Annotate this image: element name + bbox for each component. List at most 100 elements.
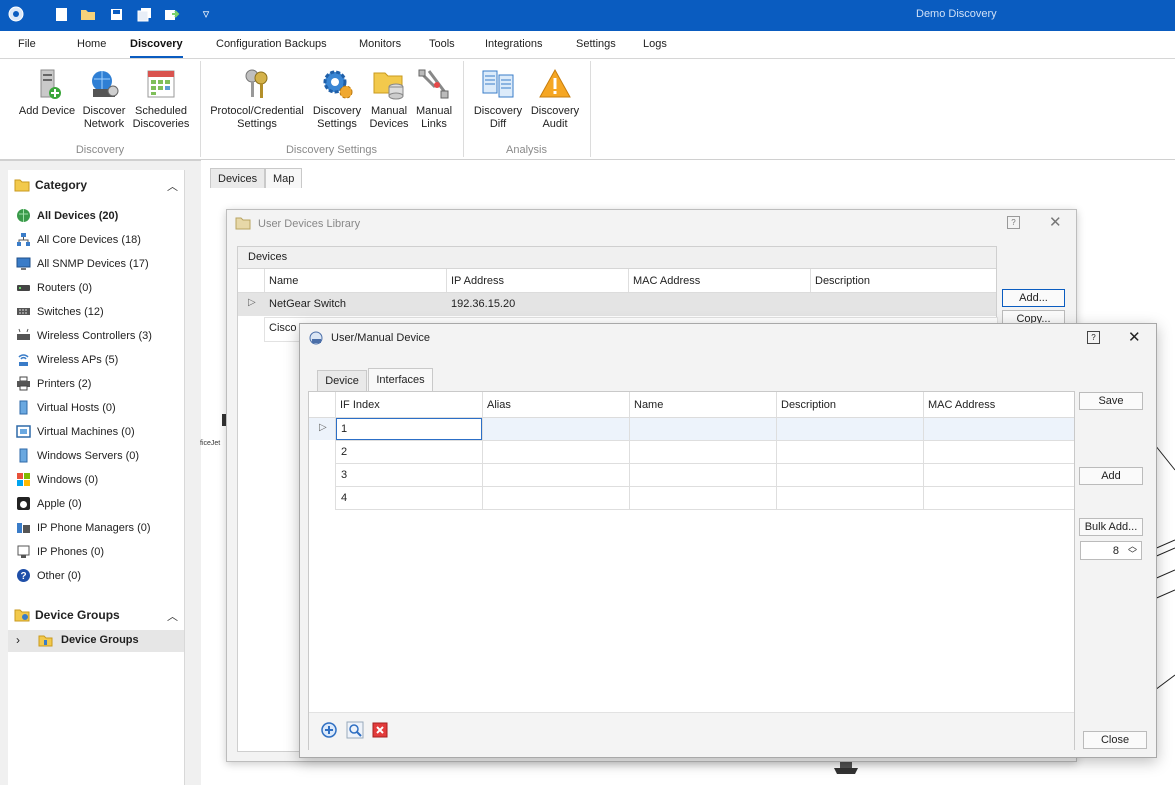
table-row[interactable]: 4 xyxy=(335,487,1074,509)
sidebar-item-apple[interactable]: Apple (0) xyxy=(16,496,82,511)
export-icon[interactable] xyxy=(163,5,181,23)
help-icon[interactable]: ? xyxy=(1007,216,1020,229)
new-file-icon[interactable] xyxy=(52,5,70,23)
sidebar-item-windows-servers[interactable]: Windows Servers (0) xyxy=(16,448,139,463)
server-add-icon xyxy=(30,67,64,101)
menu-home[interactable]: Home xyxy=(77,38,106,50)
quick-access-dropdown-icon[interactable]: ▿ xyxy=(197,5,215,23)
sidebar-item-all-snmp-devices[interactable]: All SNMP Devices (17) xyxy=(16,256,149,271)
dialog-title: User/Manual Device xyxy=(331,332,431,344)
discovery-diff-button[interactable]: Discovery Diff xyxy=(470,67,526,131)
add-button[interactable]: Add xyxy=(1079,467,1143,485)
close-icon[interactable]: ✕ xyxy=(1049,213,1062,231)
menu-configuration-backups[interactable]: Configuration Backups xyxy=(216,38,327,50)
sidebar-item-switches[interactable]: Switches (12) xyxy=(16,304,104,319)
scheduled-discoveries-button[interactable]: Scheduled Discoveries xyxy=(131,67,191,131)
warning-icon xyxy=(538,67,572,101)
help-icon[interactable]: ? xyxy=(1087,331,1100,344)
sidebar-item-ip-phone-managers[interactable]: IP Phone Managers (0) xyxy=(16,520,151,535)
folder-database-icon xyxy=(372,67,406,101)
tab-devices[interactable]: Devices xyxy=(210,168,266,188)
sidebar-item-other[interactable]: ? Other (0) xyxy=(16,568,81,583)
globe-icon xyxy=(16,208,31,223)
wireless-ap-icon xyxy=(16,352,31,367)
close-icon[interactable]: ✕ xyxy=(1128,328,1141,346)
menu-discovery[interactable]: Discovery xyxy=(130,38,183,59)
column-ip-address[interactable]: IP Address xyxy=(451,275,504,287)
discovery-audit-button[interactable]: Discovery Audit xyxy=(528,67,582,131)
map-device-icon[interactable] xyxy=(832,760,860,776)
category-header[interactable]: Category xyxy=(14,178,87,192)
delete-row-icon[interactable] xyxy=(371,721,389,742)
sidebar-item-windows[interactable]: Windows (0) xyxy=(16,472,98,487)
virtual-machine-icon xyxy=(16,424,31,439)
menu-integrations[interactable]: Integrations xyxy=(485,38,542,50)
table-row[interactable]: 2 xyxy=(335,441,1074,463)
menu-monitors[interactable]: Monitors xyxy=(359,38,401,50)
column-alias[interactable]: Alias xyxy=(487,399,511,411)
discover-network-button[interactable]: Discover Network xyxy=(78,67,130,131)
sidebar-item-virtual-hosts[interactable]: Virtual Hosts (0) xyxy=(16,400,116,415)
bulk-count-stepper[interactable]: 8 ︿ ﹀ xyxy=(1080,541,1142,560)
router-icon xyxy=(16,280,31,295)
save-button[interactable]: Save xyxy=(1079,392,1143,410)
open-folder-icon[interactable] xyxy=(79,5,97,23)
manual-devices-button[interactable]: Manual Devices xyxy=(366,67,412,131)
expand-chevron-icon[interactable]: › xyxy=(16,633,20,647)
save-all-icon[interactable] xyxy=(135,5,153,23)
add-device-button[interactable]: Add Device xyxy=(17,67,77,118)
close-button[interactable]: Close xyxy=(1083,731,1147,749)
sidebar-item-ip-phones[interactable]: IP Phones (0) xyxy=(16,544,104,559)
column-mac-address[interactable]: MAC Address xyxy=(633,275,700,287)
ribbon-separator xyxy=(200,61,201,157)
ribbon-group-discovery-settings: Discovery Settings xyxy=(285,144,378,156)
library-add-button[interactable]: Add... xyxy=(1002,289,1065,307)
sidebar-item-wireless-controllers[interactable]: Wireless Controllers (3) xyxy=(16,328,152,343)
menu-tools[interactable]: Tools xyxy=(429,38,455,50)
column-description[interactable]: Description xyxy=(815,275,870,287)
printer-icon xyxy=(16,376,31,391)
sidebar-item-all-devices[interactable]: All Devices (20) xyxy=(16,208,118,223)
bulk-add-button[interactable]: Bulk Add... xyxy=(1079,518,1143,536)
save-icon[interactable] xyxy=(107,5,125,23)
window-title: Demo Discovery xyxy=(916,8,997,20)
row-indicator-icon: ▷ xyxy=(248,297,256,308)
ribbon-group-analysis: Analysis xyxy=(506,144,547,156)
sidebar-item-routers[interactable]: Routers (0) xyxy=(16,280,92,295)
table-row[interactable]: ▷ NetGear Switch 192.36.15.20 xyxy=(238,293,996,316)
stepper-arrows-icon[interactable]: ︿ ﹀ xyxy=(1128,542,1137,559)
manual-links-button[interactable]: Manual Links xyxy=(414,67,454,131)
search-icon[interactable] xyxy=(346,721,364,742)
ribbon-separator xyxy=(590,61,591,157)
sidebar-item-wireless-aps[interactable]: Wireless APs (5) xyxy=(16,352,118,367)
category-panel: Category ︿ All Devices (20) All Core Dev… xyxy=(8,170,185,785)
device-groups-tree-item[interactable]: › Device Groups xyxy=(8,630,184,652)
menu-logs[interactable]: Logs xyxy=(643,38,667,50)
column-mac-address[interactable]: MAC Address xyxy=(928,399,995,411)
collapse-category-icon[interactable]: ︿ xyxy=(167,178,178,194)
tab-interfaces[interactable]: Interfaces xyxy=(368,368,433,392)
groups-folder-icon xyxy=(14,609,30,622)
protocol-credential-settings-button[interactable]: Protocol/Credential Settings xyxy=(208,67,306,131)
column-if-index[interactable]: IF Index xyxy=(340,399,380,411)
sidebar-item-all-core-devices[interactable]: All Core Devices (18) xyxy=(16,232,141,247)
table-row[interactable]: ▷ 1 xyxy=(309,418,1074,440)
sidebar-item-virtual-machines[interactable]: Virtual Machines (0) xyxy=(16,424,135,439)
tab-map[interactable]: Map xyxy=(265,168,303,188)
sidebar-item-printers[interactable]: Printers (2) xyxy=(16,376,91,391)
tab-device[interactable]: Device xyxy=(317,370,367,391)
column-name[interactable]: Name xyxy=(634,399,663,411)
column-name[interactable]: Name xyxy=(269,275,298,287)
ribbon-group-discovery: Discovery xyxy=(75,144,125,156)
device-groups-header[interactable]: Device Groups xyxy=(14,608,120,622)
discovery-settings-button[interactable]: Discovery Settings xyxy=(310,67,364,131)
table-row[interactable]: 3 xyxy=(335,464,1074,486)
menu-settings[interactable]: Settings xyxy=(576,38,616,50)
add-row-icon[interactable] xyxy=(320,721,338,742)
menu-file[interactable]: File xyxy=(18,38,36,50)
map-node-label: ficeJet xyxy=(200,440,221,447)
column-description[interactable]: Description xyxy=(781,399,836,411)
question-icon: ? xyxy=(16,568,31,583)
if-index-input[interactable]: 1 xyxy=(336,418,482,440)
collapse-groups-icon[interactable]: ︿ xyxy=(167,608,178,624)
